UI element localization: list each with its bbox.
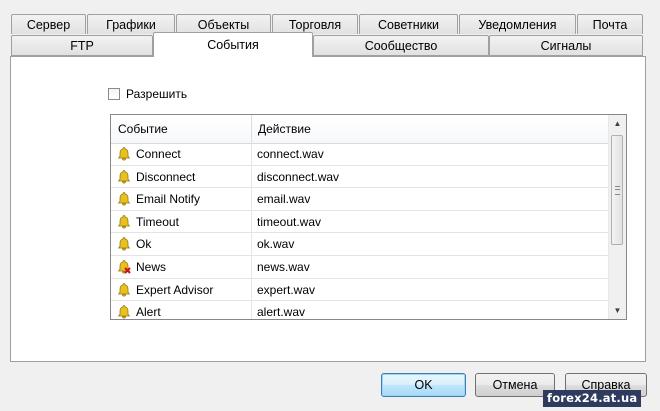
bell-icon xyxy=(116,304,132,319)
cell-divider xyxy=(251,143,252,165)
cell-divider xyxy=(251,233,252,255)
cell-divider xyxy=(251,165,252,188)
cell-divider xyxy=(251,210,252,233)
event-action: disconnect.wav xyxy=(257,169,340,184)
tab-signals[interactable]: Сигналы xyxy=(489,35,643,56)
tab-email[interactable]: Почта xyxy=(577,14,643,34)
list-header: Событие Действие xyxy=(111,115,609,144)
event-name: Alert xyxy=(136,305,161,320)
list-item[interactable]: Timeout timeout.wav xyxy=(111,210,609,234)
list-item[interactable]: News news.wav xyxy=(111,255,609,279)
enable-checkbox[interactable]: Разрешить xyxy=(108,87,187,101)
column-header-action[interactable]: Действие xyxy=(258,115,311,143)
tab-trading[interactable]: Торговля xyxy=(272,14,358,34)
list-item[interactable]: Connect connect.wav xyxy=(111,143,609,166)
event-action: alert.wav xyxy=(257,305,306,320)
cell-divider xyxy=(251,301,252,319)
event-action: ok.wav xyxy=(257,237,295,252)
event-action: email.wav xyxy=(257,192,311,207)
scroll-down-arrow-icon[interactable]: ▼ xyxy=(609,302,626,319)
cell-divider xyxy=(251,255,252,278)
bell-icon xyxy=(116,214,132,230)
event-name: Ok xyxy=(136,237,152,252)
tab-objects[interactable]: Объекты xyxy=(176,14,271,34)
tab-events[interactable]: События xyxy=(153,32,313,57)
tab-charts[interactable]: Графики xyxy=(87,14,175,34)
list-item[interactable]: Alert alert.wav xyxy=(111,301,609,320)
enable-checkbox-label: Разрешить xyxy=(126,87,188,101)
event-name: Email Notify xyxy=(136,192,201,207)
bell-icon xyxy=(116,146,132,162)
checkbox-box[interactable] xyxy=(108,88,120,100)
bell-disabled-icon xyxy=(116,259,132,275)
event-name: Connect xyxy=(136,147,181,161)
event-name: Disconnect xyxy=(136,169,196,184)
vertical-scrollbar[interactable]: ▲ ▼ xyxy=(608,115,626,319)
event-action: expert.wav xyxy=(257,282,316,297)
watermark: forex24.at.ua xyxy=(543,390,642,407)
event-action: timeout.wav xyxy=(257,214,322,229)
cell-divider xyxy=(251,188,252,210)
list-item[interactable]: Email Notify email.wav xyxy=(111,188,609,211)
bell-icon xyxy=(116,236,132,252)
column-header-event[interactable]: Событие xyxy=(118,115,168,143)
ok-button[interactable]: OK xyxy=(381,373,466,397)
tab-server[interactable]: Сервер xyxy=(11,14,86,34)
scrollbar-thumb[interactable] xyxy=(611,135,623,245)
cell-divider xyxy=(251,278,252,301)
tab-notifications[interactable]: Уведомления xyxy=(459,14,576,34)
event-action: connect.wav xyxy=(257,147,324,161)
tab-community[interactable]: Сообщество xyxy=(313,35,489,56)
list-item[interactable]: Ok ok.wav xyxy=(111,233,609,256)
tab-expert-advisors[interactable]: Советники xyxy=(359,14,458,34)
list-item[interactable]: Expert Advisor expert.wav xyxy=(111,278,609,302)
list-item[interactable]: Disconnect disconnect.wav xyxy=(111,165,609,189)
events-list[interactable]: Событие Действие Connect connect.wav Disco… xyxy=(110,114,627,320)
event-name: Timeout xyxy=(136,214,179,229)
bell-icon xyxy=(116,191,132,207)
bell-icon xyxy=(116,169,132,185)
list-rows: Connect connect.wav Disconnect disconnect.w… xyxy=(111,143,609,320)
scroll-up-arrow-icon[interactable]: ▲ xyxy=(609,115,626,132)
tab-ftp[interactable]: FTP xyxy=(11,35,153,56)
event-name: Expert Advisor xyxy=(136,282,214,297)
event-name: News xyxy=(136,259,167,274)
bell-icon xyxy=(116,282,132,298)
grip-icon xyxy=(615,186,620,195)
column-divider[interactable] xyxy=(251,115,252,143)
event-action: news.wav xyxy=(257,259,310,274)
